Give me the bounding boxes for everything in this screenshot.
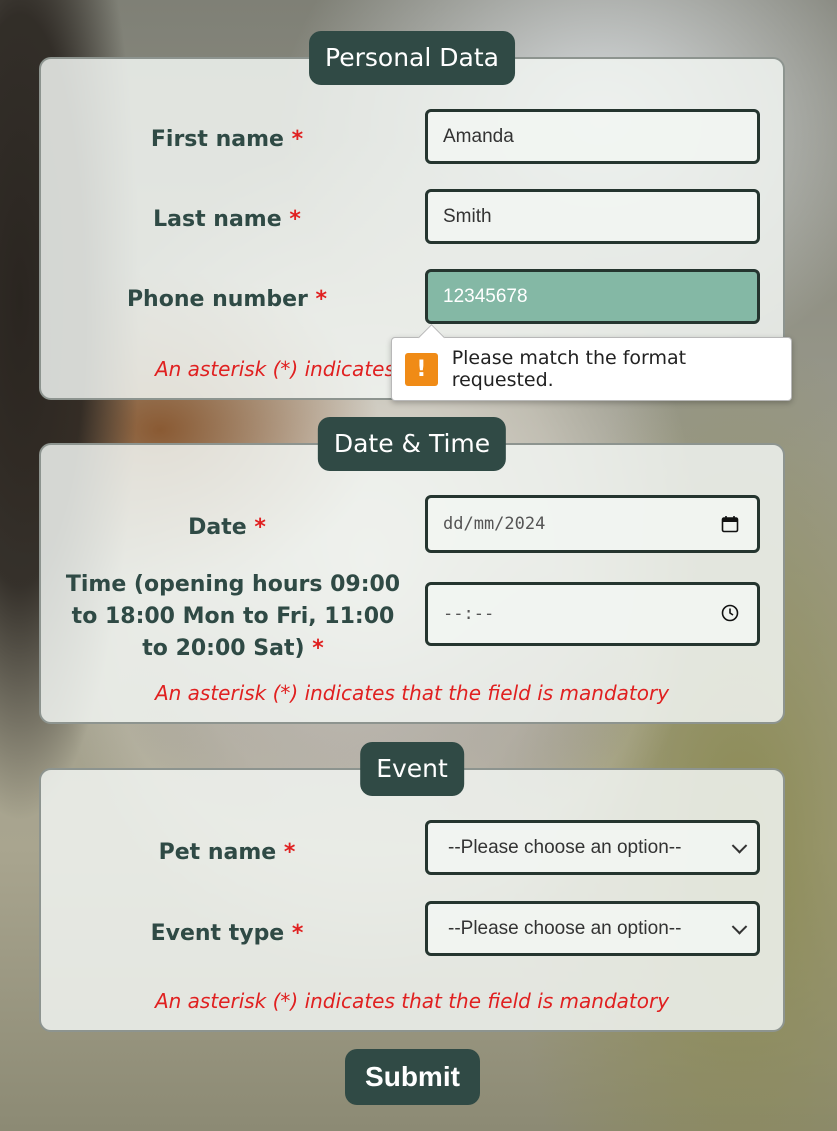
required-marker: *	[289, 207, 301, 232]
phone-value: 12345678	[443, 285, 528, 307]
event-type-selected: --Please choose an option--	[448, 917, 682, 939]
pet-name-label-text: Pet name	[158, 840, 277, 865]
date-time-fieldset: Date & Time Date * dd/mm/2024 Time (open…	[39, 417, 785, 724]
event-type-select[interactable]: --Please choose an option--	[425, 901, 760, 956]
required-marker: *	[254, 515, 266, 540]
phone-input[interactable]: 12345678	[425, 269, 760, 324]
phone-label: Phone number *	[41, 287, 413, 312]
calendar-icon[interactable]	[721, 515, 739, 533]
last-name-value: Smith	[443, 205, 492, 227]
validation-message: Please match the format requested.	[451, 347, 687, 391]
first-name-label-text: First name	[150, 127, 284, 152]
event-type-label-text: Event type	[150, 921, 285, 946]
first-name-input[interactable]: Amanda	[425, 109, 760, 164]
pet-name-select[interactable]: --Please choose an option--	[425, 820, 760, 875]
first-name-value: Amanda	[443, 125, 514, 147]
mandatory-note: An asterisk (*) indicates that the field…	[154, 681, 670, 705]
clock-icon[interactable]	[721, 604, 739, 622]
date-label: Date *	[41, 515, 413, 540]
warning-icon: !	[405, 352, 438, 386]
event-fieldset: Event Pet name * --Please choose an opti…	[39, 742, 785, 1032]
first-name-label: First name *	[41, 127, 413, 152]
time-placeholder: --:--	[443, 604, 495, 624]
personal-data-legend: Personal Data	[309, 31, 515, 85]
date-time-legend: Date & Time	[317, 417, 507, 471]
required-marker: *	[312, 636, 324, 661]
submit-button[interactable]: Submit	[345, 1049, 480, 1105]
event-type-label: Event type *	[41, 921, 413, 946]
phone-label-text: Phone number	[126, 287, 308, 312]
event-legend: Event	[360, 742, 464, 796]
time-label: Time (opening hours 09:00 to 18:00 Mon t…	[63, 569, 403, 665]
required-marker: *	[283, 840, 296, 865]
chevron-down-icon	[731, 918, 748, 935]
required-marker: *	[315, 287, 328, 312]
date-label-text: Date	[188, 515, 247, 540]
mandatory-note: An asterisk (*) indicates that the field…	[154, 989, 670, 1013]
required-marker: *	[291, 921, 304, 946]
time-input[interactable]: --:--	[425, 582, 760, 646]
validation-tooltip: ! Please match the format requested.	[391, 324, 792, 401]
pet-name-selected: --Please choose an option--	[448, 836, 682, 858]
required-marker: *	[291, 127, 304, 152]
chevron-down-icon	[731, 837, 748, 854]
date-placeholder: dd/mm/2024	[443, 514, 546, 534]
last-name-label-text: Last name	[153, 207, 282, 232]
last-name-label: Last name *	[41, 207, 413, 232]
date-input[interactable]: dd/mm/2024	[425, 495, 760, 553]
time-label-text: Time (opening hours 09:00 to 18:00 Mon t…	[65, 572, 401, 661]
pet-name-label: Pet name *	[41, 840, 413, 865]
last-name-input[interactable]: Smith	[425, 189, 760, 244]
